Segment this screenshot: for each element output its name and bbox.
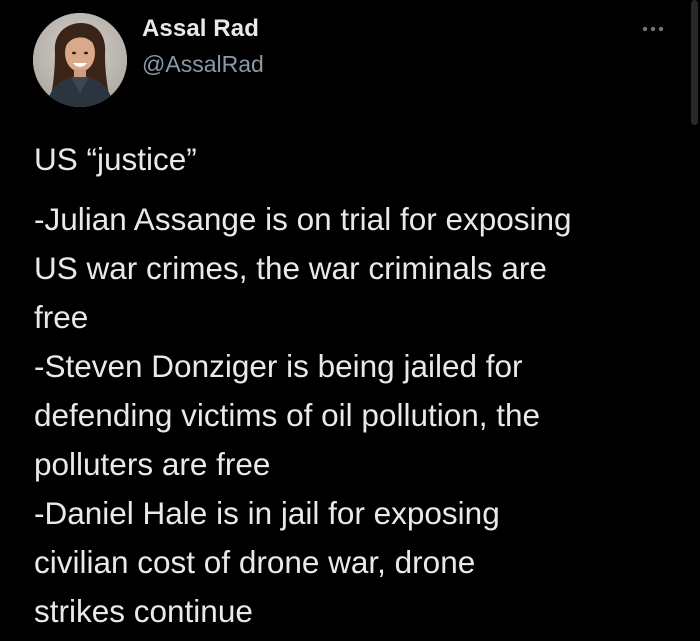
tweet-line: strikes continue: [34, 593, 253, 629]
author-display-name[interactable]: Assal Rad: [142, 15, 259, 43]
tweet-heading: US “justice”: [34, 141, 197, 177]
scrollbar[interactable]: [688, 0, 700, 641]
tweet-line: polluters are free: [34, 446, 271, 482]
tweet-line: US war crimes, the war criminals are: [34, 250, 547, 286]
tweet-text: US “justice” -Julian Assange is on trial…: [34, 135, 674, 636]
tweet-line: -Julian Assange is on trial for exposing: [34, 201, 572, 237]
tweet-line: -Steven Donziger is being jailed for: [34, 348, 523, 384]
avatar[interactable]: [33, 13, 127, 107]
author-handle[interactable]: @AssalRad: [142, 51, 264, 78]
tweet-line: civilian cost of drone war, drone: [34, 544, 476, 580]
profile-photo-icon: [33, 13, 127, 107]
tweet-line: -Daniel Hale is in jail for exposing: [34, 495, 500, 531]
tweet-line: defending victims of oil pollution, the: [34, 397, 541, 433]
tweet-card: Assal Rad @AssalRad US “justice” -Julian…: [0, 0, 700, 641]
more-options-icon: [642, 26, 664, 32]
scrollbar-thumb[interactable]: [691, 0, 698, 125]
tweet-line: free: [34, 299, 89, 335]
more-options-button[interactable]: [638, 18, 668, 40]
